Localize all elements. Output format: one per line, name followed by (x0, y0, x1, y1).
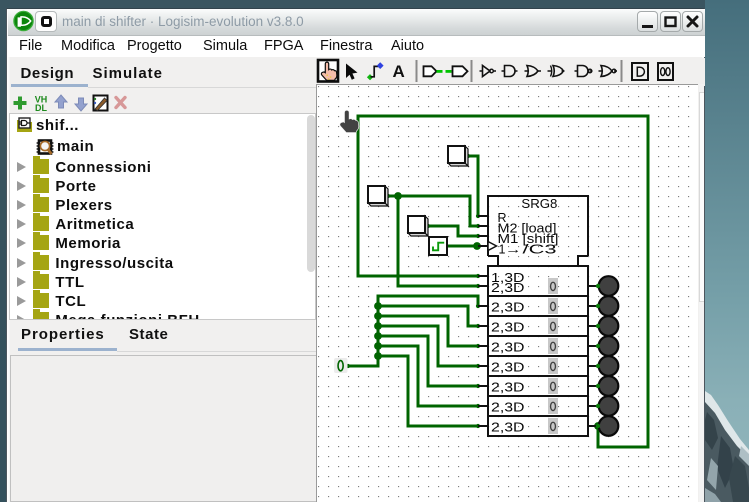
svg-text:SRG8: SRG8 (521, 197, 557, 211)
svg-text:2,3D: 2,3D (491, 281, 525, 295)
svg-text:DL: DL (35, 103, 47, 113)
svg-text:/C3: /C3 (523, 243, 557, 257)
svg-text:→: → (505, 243, 522, 257)
svg-text:2,3D: 2,3D (491, 381, 525, 395)
svg-text:2,3D: 2,3D (491, 421, 525, 435)
svg-text:2,3D: 2,3D (491, 321, 525, 335)
svg-text:2,3D: 2,3D (491, 341, 525, 355)
svg-text:2,3D: 2,3D (491, 401, 525, 415)
svg-text:A: A (393, 62, 405, 81)
svg-text:2,3D: 2,3D (491, 361, 525, 375)
svg-text:2,3D: 2,3D (491, 301, 525, 315)
